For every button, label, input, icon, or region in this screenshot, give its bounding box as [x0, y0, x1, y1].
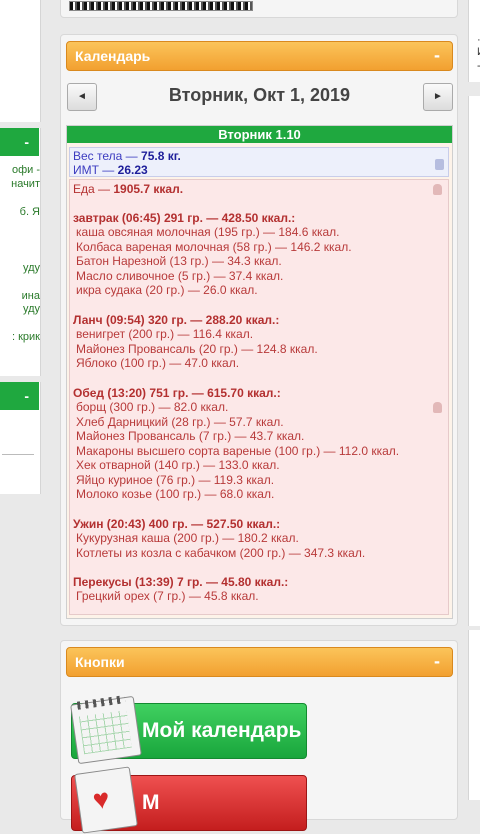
- meal-title[interactable]: Ужин (20:43) 400 гр. — 527.50 ккал.:: [73, 517, 280, 531]
- left-snippet[interactable]: б. Я: [20, 206, 40, 219]
- food-item[interactable]: Кукурузная каша (200 гр.) — 180.2 ккал.: [73, 531, 299, 545]
- food-item[interactable]: Грецкий орех (7 гр.) — 45.8 ккал.: [73, 589, 259, 603]
- food-total-line: Еда — 1905.7 ккал.: [73, 182, 183, 196]
- food-item[interactable]: Масло сливочное (5 гр.) — 37.4 ккал.: [73, 269, 283, 283]
- hand-icon[interactable]: [433, 184, 442, 195]
- left-snippet[interactable]: : крик: [12, 331, 40, 344]
- buttons-panel-header[interactable]: Кнопки -: [66, 647, 453, 677]
- buttons-panel-title: Кнопки: [75, 654, 125, 670]
- day-details: Вторник 1.10 Вес тела — 75.8 кг. ИМТ — 2…: [66, 125, 453, 619]
- right-panel-top: · И -: [468, 0, 480, 82]
- left-header-collapse[interactable]: -: [24, 134, 29, 150]
- left-snippet[interactable]: ина: [22, 290, 40, 303]
- top-banner-image: [69, 1, 253, 11]
- left-snippet[interactable]: начит: [11, 178, 40, 191]
- left-snippet[interactable]: офи -: [12, 164, 40, 177]
- food-item[interactable]: Колбаса вареная молочная (58 гр.) — 146.…: [73, 240, 352, 254]
- food-item[interactable]: икра судака (20 гр.) — 26.0 ккал.: [73, 283, 258, 297]
- food-item[interactable]: Макароны высшего сорта вареные (100 гр.)…: [73, 444, 399, 458]
- food-item[interactable]: Батон Нарезной (13 гр.) — 34.3 ккал.: [73, 254, 282, 268]
- second-feature-label: М: [142, 791, 160, 814]
- collapse-icon[interactable]: -: [434, 648, 440, 674]
- food-item[interactable]: Котлеты из козла с кабачком (200 гр.) — …: [73, 546, 365, 560]
- food-block: Еда — 1905.7 ккал. завтрак (06:45) 291 г…: [69, 179, 449, 615]
- heart-calendar-icon: ♥: [74, 766, 138, 834]
- buttons-card: Кнопки - Мой календарь ♥ М: [60, 640, 458, 834]
- weight-block[interactable]: Вес тела — 75.8 кг. ИМТ — 26.23: [69, 147, 449, 177]
- next-day-button[interactable]: ►: [423, 83, 453, 111]
- calendar-panel-title: Календарь: [75, 48, 151, 64]
- scale-icon[interactable]: [435, 159, 444, 170]
- food-item[interactable]: Хлеб Дарницкий (28 гр.) — 57.7 ккал.: [73, 415, 284, 429]
- calendar-card: Календарь - ◄ Вторник, Окт 1, 2019 ► Вто…: [60, 34, 458, 626]
- left-header-collapse[interactable]: -: [24, 388, 29, 404]
- food-item[interactable]: Майонез Провансаль (20 гр.) — 124.8 ккал…: [73, 342, 318, 356]
- meal-title[interactable]: Ланч (09:54) 320 гр. — 288.20 ккал.:: [73, 313, 279, 327]
- food-item[interactable]: Яйцо куриное (76 гр.) — 119.3 ккал.: [73, 473, 274, 487]
- right-column: · И -: [462, 0, 480, 800]
- food-item[interactable]: Хек отварной (140 гр.) — 133.0 ккал.: [73, 458, 280, 472]
- left-snippet[interactable]: уду: [23, 303, 40, 316]
- weight-label: Вес тела —: [73, 149, 138, 163]
- left-column: - офи - начит б. Я уду ина уду : крик -: [0, 0, 41, 800]
- food-total-value: 1905.7 ккал.: [113, 182, 184, 196]
- top-card: [60, 0, 458, 18]
- bmi-label: ИМТ —: [73, 163, 115, 177]
- collapse-icon[interactable]: -: [434, 42, 440, 68]
- prev-day-button[interactable]: ◄: [67, 83, 97, 111]
- food-item[interactable]: Майонез Провансаль (7 гр.) — 43.7 ккал.: [73, 429, 304, 443]
- calendar-grid: [78, 709, 132, 755]
- my-calendar-button[interactable]: Мой календарь: [70, 695, 307, 765]
- food-item[interactable]: Молоко козье (100 гр.) — 68.0 ккал.: [73, 487, 274, 501]
- meal-title[interactable]: Перекусы (13:39) 7 гр. — 45.80 ккал.:: [73, 575, 288, 589]
- date-navigation: ◄ Вторник, Окт 1, 2019 ►: [66, 83, 453, 115]
- hand-icon[interactable]: [433, 402, 442, 413]
- food-item[interactable]: венигрет (200 гр.) — 116.4 ккал.: [73, 327, 253, 341]
- calendar-panel-header[interactable]: Календарь -: [66, 41, 453, 71]
- meal-title[interactable]: Обед (13:20) 751 гр. — 615.70 ккал.:: [73, 386, 281, 400]
- left-panel-middle: - офи - начит б. Я уду ина уду : крик: [0, 128, 41, 376]
- my-calendar-label: Мой календарь: [142, 719, 302, 742]
- food-item[interactable]: Яблоко (100 гр.) — 47.0 ккал.: [73, 356, 239, 370]
- left-snippet[interactable]: уду: [23, 262, 40, 275]
- day-label-bar[interactable]: Вторник 1.10: [67, 126, 452, 143]
- right-panel-bottom: [468, 630, 480, 800]
- left-panel-top: [0, 0, 41, 122]
- second-feature-button[interactable]: ♥ М: [71, 766, 307, 834]
- bmi-line: ИМТ — 26.23: [73, 163, 148, 177]
- weight-line: Вес тела — 75.8 кг.: [73, 149, 181, 163]
- left-panel-header[interactable]: -: [0, 382, 39, 410]
- food-total-label: Еда —: [73, 182, 111, 196]
- right-panel-middle: [468, 96, 480, 626]
- left-panel-bottom: -: [0, 382, 41, 494]
- meal-title[interactable]: завтрак (06:45) 291 гр. — 428.50 ккал.:: [73, 211, 295, 225]
- weight-value: 75.8 кг.: [141, 149, 181, 163]
- food-item[interactable]: каша овсяная молочная (195 гр.) — 184.6 …: [73, 225, 340, 239]
- food-item[interactable]: борщ (300 гр.) — 82.0 ккал.: [73, 400, 228, 414]
- bmi-value: 26.23: [117, 163, 148, 177]
- left-divider: [2, 454, 34, 455]
- calendar-rings: [76, 695, 126, 710]
- current-date-title: Вторник, Окт 1, 2019: [168, 85, 351, 105]
- calendar-icon: [70, 695, 142, 765]
- left-panel-header[interactable]: -: [0, 128, 39, 156]
